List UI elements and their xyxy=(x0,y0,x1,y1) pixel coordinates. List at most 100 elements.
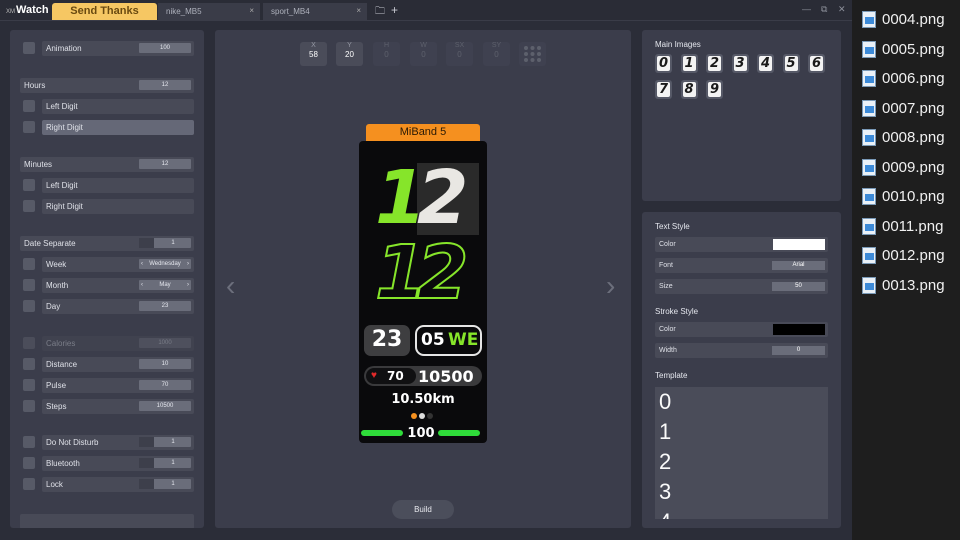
build-button[interactable]: Build xyxy=(392,500,454,519)
chevron-left-icon[interactable]: ‹ xyxy=(141,259,143,269)
file-item[interactable]: 0011.png xyxy=(860,216,960,238)
steps-value[interactable]: 10500 xyxy=(139,401,191,411)
file-item[interactable]: 0008.png xyxy=(860,127,960,149)
hours-value[interactable]: 12 xyxy=(139,80,191,90)
steps-checkbox[interactable] xyxy=(23,400,35,412)
coord-x[interactable]: X 58 xyxy=(300,42,327,66)
digit-image-1[interactable]: 1 xyxy=(680,54,698,73)
pulse-row[interactable]: Pulse 70 xyxy=(42,378,194,393)
chevron-left-icon[interactable]: ‹ xyxy=(141,280,143,290)
digit-image-7[interactable]: 7 xyxy=(655,80,672,99)
minute-right-digit[interactable]: 2 xyxy=(416,235,469,311)
coord-h[interactable]: H0 xyxy=(373,42,400,66)
next-arrow-icon[interactable]: › xyxy=(606,270,615,302)
file-item[interactable]: 0007.png xyxy=(860,98,960,120)
distance-row[interactable]: Distance 10 xyxy=(42,357,194,372)
file-item[interactable]: 0012.png xyxy=(860,245,960,267)
pulse-value[interactable]: 70 xyxy=(139,380,191,390)
digit-image-9[interactable]: 9 xyxy=(706,80,723,99)
watch-face-preview[interactable]: 1 2 1 2 23 05 WE ♥ 70 10500 10.50km 100 xyxy=(359,141,487,443)
day-checkbox[interactable] xyxy=(23,300,35,312)
digit-image-6[interactable]: 6 xyxy=(808,54,825,73)
lock-value[interactable]: 1 xyxy=(139,479,191,489)
watch-month[interactable]: 05 xyxy=(421,330,445,350)
text-color-swatch[interactable] xyxy=(773,239,825,250)
week-row[interactable]: Week ‹ Wednesday › xyxy=(42,257,194,272)
bluetooth-value[interactable]: 1 xyxy=(139,458,191,468)
hours-left-digit[interactable]: Left Digit xyxy=(42,99,194,114)
minutes-row[interactable]: Minutes 12 xyxy=(20,157,194,172)
grid-icon[interactable] xyxy=(519,42,546,66)
chevron-right-icon[interactable]: › xyxy=(187,280,189,290)
file-item[interactable]: 0005.png xyxy=(860,39,960,61)
text-color-row[interactable]: Color xyxy=(655,237,828,252)
month-select[interactable]: ‹ May › xyxy=(139,280,191,290)
digit-image-5[interactable]: 5 xyxy=(782,54,800,73)
minutes-right-digit[interactable]: Right Digit xyxy=(42,199,194,214)
minutes-left-digit-checkbox[interactable] xyxy=(23,179,35,191)
width-value[interactable]: 0 xyxy=(772,346,825,355)
hours-left-digit-checkbox[interactable] xyxy=(23,100,35,112)
dnd-value[interactable]: 1 xyxy=(139,437,191,447)
hours-right-digit[interactable]: Right Digit xyxy=(42,120,194,135)
restore-button[interactable]: ⧉ xyxy=(821,4,827,15)
file-item[interactable]: 0009.png xyxy=(860,157,960,179)
size-value[interactable]: 50 xyxy=(772,282,825,291)
watch-pulse[interactable]: 70 xyxy=(387,369,404,383)
digit-image-2[interactable]: 2 xyxy=(706,54,723,73)
tab-send-thanks[interactable]: Send Thanks xyxy=(52,3,157,20)
hour-right-digit[interactable]: 2 xyxy=(417,161,469,235)
coord-y[interactable]: Y 20 xyxy=(336,42,363,66)
watch-weekday[interactable]: WE xyxy=(448,330,478,350)
day-row[interactable]: Day 23 xyxy=(42,299,194,314)
add-tab-icon[interactable]: + xyxy=(391,3,398,17)
animation-checkbox[interactable] xyxy=(23,42,35,54)
dnd-row[interactable]: Do Not Disturb 1 xyxy=(42,435,194,450)
tab-nike-mb5[interactable]: nike_MB5 × xyxy=(158,3,260,20)
folder-icon[interactable]: 🗀 xyxy=(375,4,385,21)
file-item[interactable]: 0013.png xyxy=(860,275,960,297)
stroke-color-swatch[interactable] xyxy=(773,324,825,335)
coord-sx[interactable]: SX 0 xyxy=(446,42,473,66)
lock-row[interactable]: Lock 1 xyxy=(42,477,194,492)
digit-image-3[interactable]: 3 xyxy=(731,54,749,73)
watch-distance[interactable]: 10.50km xyxy=(359,392,487,407)
size-row[interactable]: Size 50 xyxy=(655,279,828,294)
minutes-left-digit[interactable]: Left Digit xyxy=(42,178,194,193)
animation-row[interactable]: Animation 100 xyxy=(42,41,194,56)
minutes-right-digit-checkbox[interactable] xyxy=(23,200,35,212)
hours-right-digit-checkbox[interactable] xyxy=(23,121,35,133)
week-checkbox[interactable] xyxy=(23,258,35,270)
animation-value[interactable]: 100 xyxy=(139,43,191,53)
dnd-checkbox[interactable] xyxy=(23,436,35,448)
date-separate-value[interactable]: 1 xyxy=(139,238,191,248)
close-tab-icon[interactable]: × xyxy=(356,6,361,15)
watch-day[interactable]: 23 xyxy=(364,327,410,352)
coord-w[interactable]: W0 xyxy=(410,42,437,66)
date-separate-row[interactable]: Date Separate 1 xyxy=(20,236,194,251)
lock-checkbox[interactable] xyxy=(23,478,35,490)
close-window-button[interactable]: ✕ xyxy=(838,4,846,15)
minutes-value[interactable]: 12 xyxy=(139,159,191,169)
digit-image-8[interactable]: 8 xyxy=(680,80,698,99)
width-row[interactable]: Width 0 xyxy=(655,343,828,358)
hours-row[interactable]: Hours 12 xyxy=(20,78,194,93)
font-value[interactable]: Arial xyxy=(772,261,825,270)
prev-arrow-icon[interactable]: ‹ xyxy=(226,270,235,302)
font-row[interactable]: Font Arial xyxy=(655,258,828,273)
calories-value[interactable]: 1000 xyxy=(139,338,191,348)
distance-checkbox[interactable] xyxy=(23,358,35,370)
watch-steps[interactable]: 10500 xyxy=(418,367,474,386)
week-select[interactable]: ‹ Wednesday › xyxy=(139,259,191,269)
digit-image-0[interactable]: 0 xyxy=(655,54,672,73)
file-item[interactable]: 0004.png xyxy=(860,9,960,31)
bluetooth-checkbox[interactable] xyxy=(23,457,35,469)
tab-sport-mb4[interactable]: sport_MB4 × xyxy=(263,3,367,20)
calories-checkbox[interactable] xyxy=(23,337,35,349)
digit-image-4[interactable]: 4 xyxy=(757,54,774,73)
file-item[interactable]: 0010.png xyxy=(860,186,960,208)
next-row[interactable] xyxy=(20,514,194,528)
month-row[interactable]: Month ‹ May › xyxy=(42,278,194,293)
bluetooth-row[interactable]: Bluetooth 1 xyxy=(42,456,194,471)
steps-row[interactable]: Steps 10500 xyxy=(42,399,194,414)
